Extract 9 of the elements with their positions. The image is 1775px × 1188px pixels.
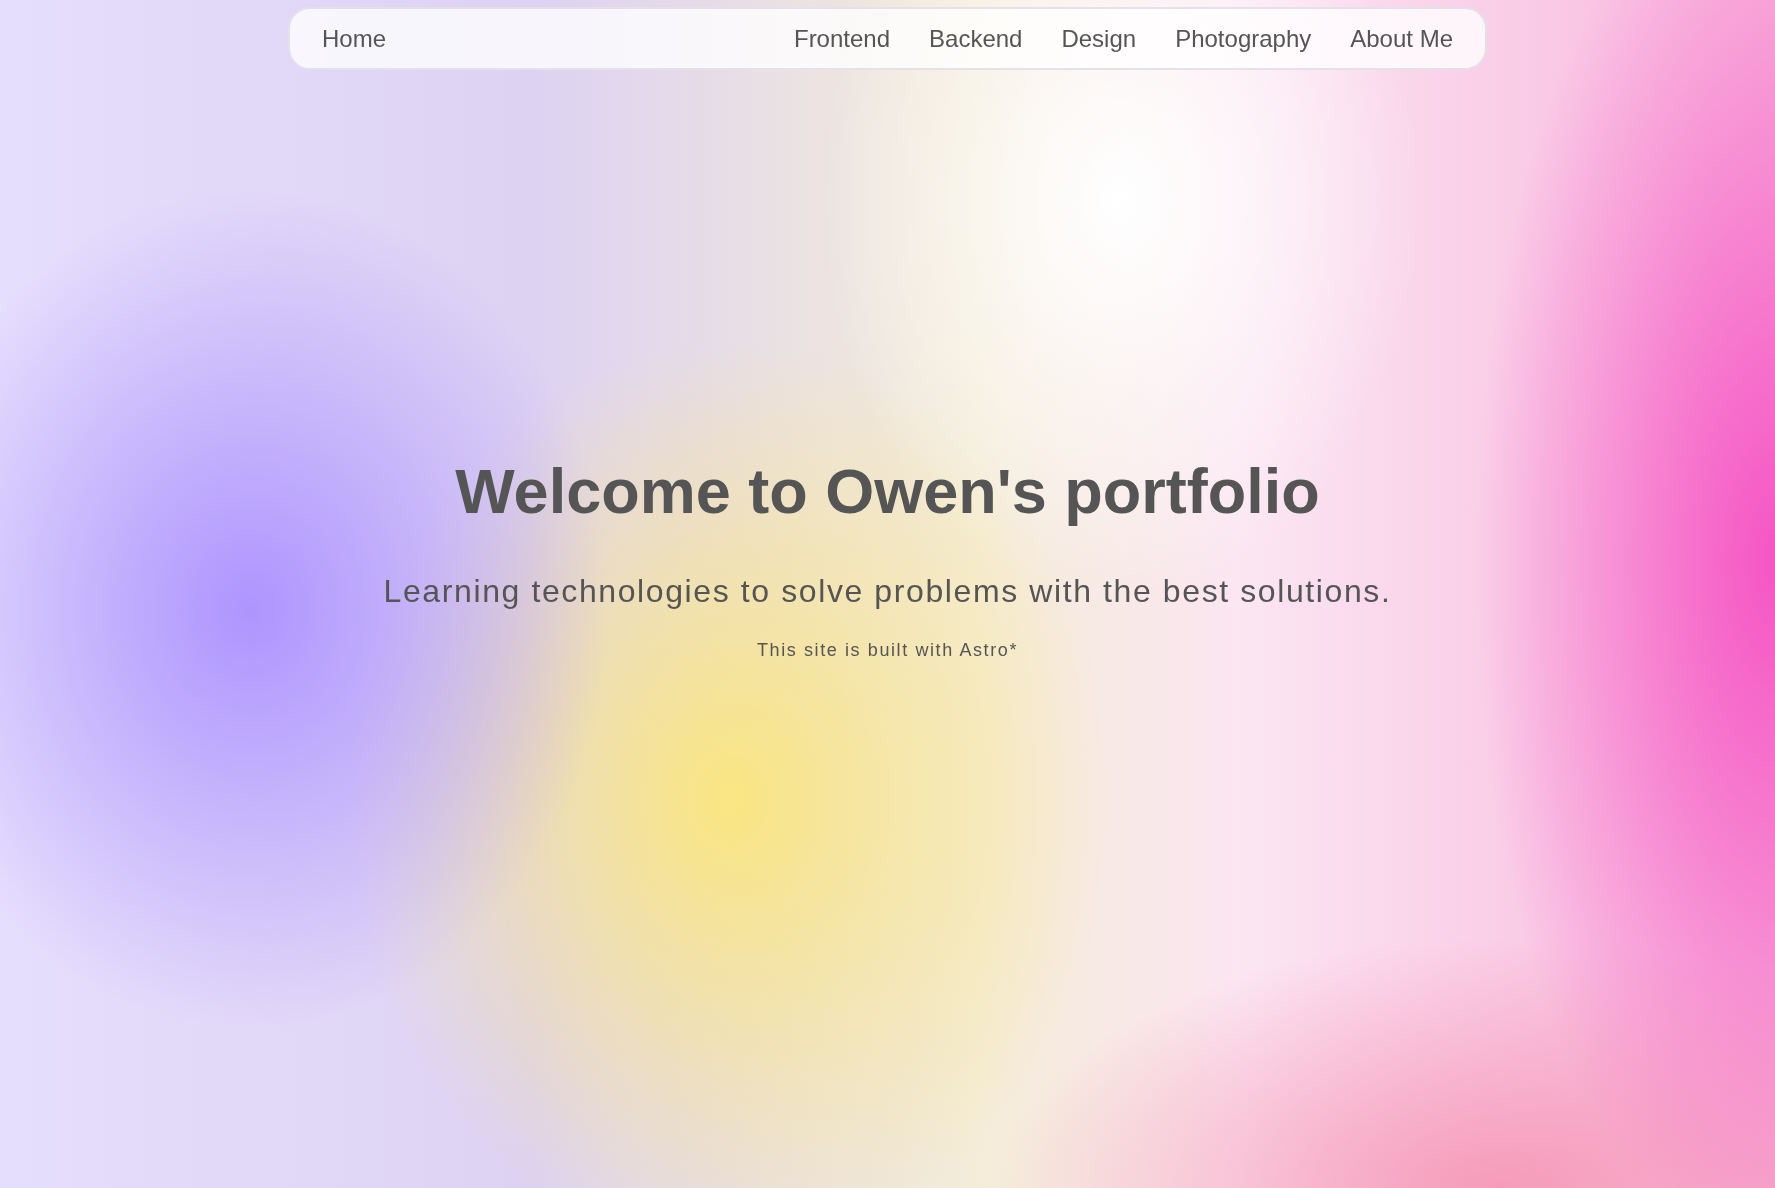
hero-subtitle: Learning technologies to solve problems with the best solutions. bbox=[383, 573, 1392, 610]
hero-title: Welcome to Owen's portfolio bbox=[455, 455, 1320, 527]
home-link[interactable]: Home bbox=[322, 24, 387, 53]
nav-link[interactable]: Frontend bbox=[793, 24, 891, 53]
nav-link[interactable]: Backend bbox=[929, 24, 1023, 53]
nav-link[interactable]: Photography bbox=[1175, 24, 1312, 53]
nav-link[interactable]: Design bbox=[1061, 24, 1137, 53]
nav-link[interactable]: About Me bbox=[1350, 24, 1453, 53]
built-with-note: This site is built with Astro* bbox=[756, 640, 1019, 661]
